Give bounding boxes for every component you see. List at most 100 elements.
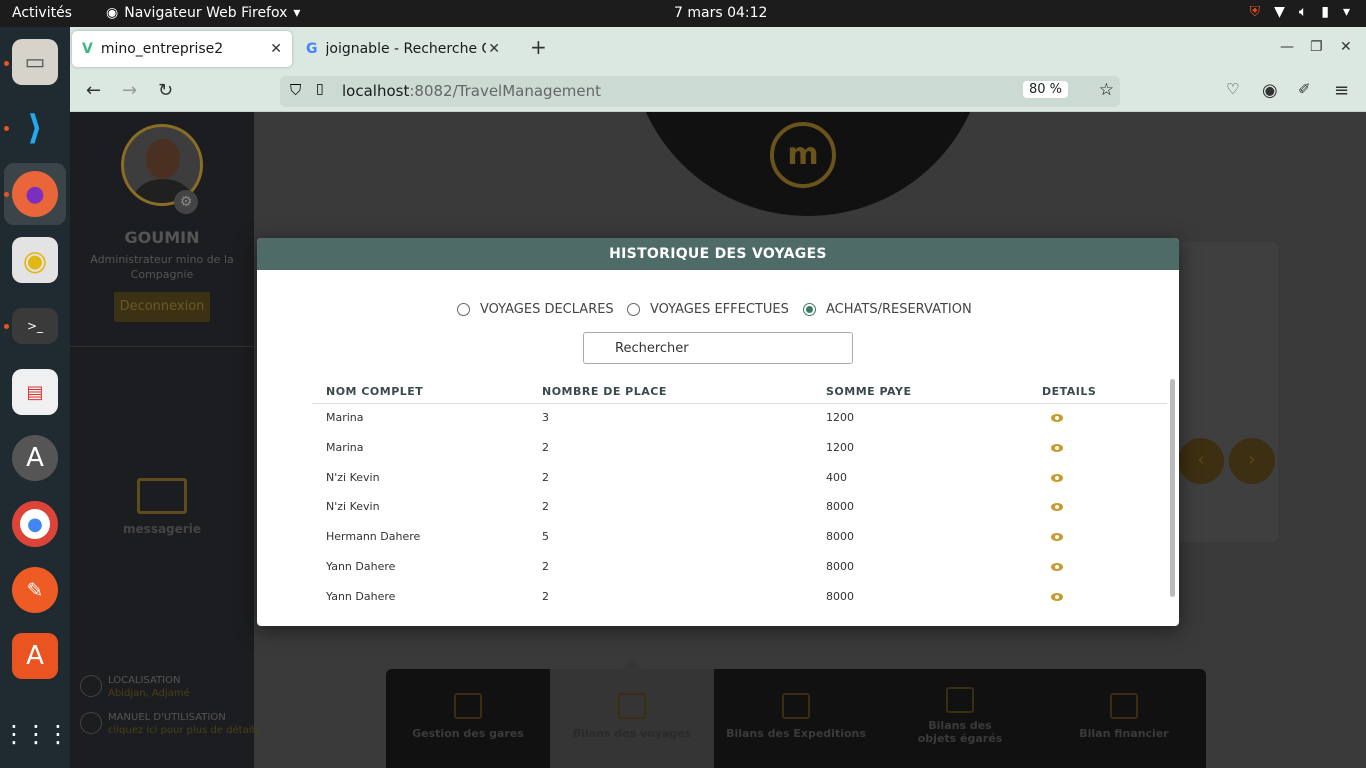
money-icon: [1110, 693, 1138, 719]
station-icon: [454, 693, 482, 719]
mail-icon[interactable]: [137, 478, 187, 514]
url-text[interactable]: localhost:8082/TravelManagement: [342, 82, 601, 100]
eye-icon[interactable]: [1051, 563, 1063, 571]
volume-icon[interactable]: 🔈︎: [1299, 4, 1307, 20]
radio-voyages-declares[interactable]: VOYAGES DECLARES: [457, 302, 614, 317]
table-header: NOM COMPLET NOMBRE DE PLACE SOMME PAYE D…: [312, 378, 1167, 404]
divider: [70, 346, 254, 347]
next-arrow-icon[interactable]: ›: [1229, 438, 1275, 484]
reload-icon[interactable]: ↻: [158, 80, 173, 101]
tab-google-search[interactable]: G joignable - Recherche Go ✕: [296, 31, 510, 67]
tab-bilans-expeditions[interactable]: Bilans des Expeditions: [714, 669, 878, 768]
back-icon[interactable]: ←: [86, 80, 101, 101]
files-icon[interactable]: ▭: [12, 39, 58, 85]
eye-icon[interactable]: [1051, 503, 1063, 512]
menu-hamburger-icon[interactable]: ≡: [1334, 80, 1349, 101]
cell-places: 2: [542, 589, 549, 603]
tab-bilan-financier[interactable]: Bilan financier: [1042, 669, 1206, 768]
new-tab-icon[interactable]: +: [530, 35, 547, 59]
radio-button-checked[interactable]: [803, 303, 816, 316]
running-indicator: [4, 192, 9, 197]
tab-bilans-voyages[interactable]: Bilans des voyages: [550, 659, 714, 768]
activities-button[interactable]: Activités: [12, 5, 72, 21]
forward-icon[interactable]: →: [122, 80, 137, 101]
column-header[interactable]: NOM COMPLET: [326, 385, 423, 398]
rhythmbox-icon[interactable]: ◉: [12, 237, 58, 283]
url-bar[interactable]: ⛉ ▯ localhost:8082/TravelManagement 80 %…: [280, 76, 1120, 107]
tab-bilans-objets-egares[interactable]: Bilans des objets égarés: [878, 669, 1042, 768]
cell-name: Yann Dahere: [326, 560, 396, 573]
bookmark-star-icon[interactable]: ☆: [1099, 80, 1114, 100]
cell-name: N'zi Kevin: [326, 500, 380, 514]
messaging-label[interactable]: messagerie: [70, 522, 254, 536]
app-center-icon[interactable]: A: [12, 633, 58, 679]
radio-button[interactable]: [457, 303, 470, 316]
table-row: N'zi Kevin 2 400: [312, 464, 1167, 494]
eye-icon[interactable]: [1051, 473, 1063, 482]
info-icon: [80, 712, 102, 734]
app-menu[interactable]: ◉ Navigateur Web Firefox ▾: [106, 5, 300, 21]
close-tab-icon[interactable]: ✕: [488, 41, 500, 57]
running-indicator: [4, 61, 9, 66]
zoom-level[interactable]: 80 %: [1022, 81, 1068, 98]
firefox-icon[interactable]: ●: [12, 171, 58, 217]
gear-icon[interactable]: ⚙: [174, 190, 198, 214]
system-tray[interactable]: ⛨ ▼ 🔈︎ ▮ ▾: [1250, 4, 1350, 20]
software-updater-icon[interactable]: A: [12, 435, 58, 481]
vscode-icon[interactable]: ⟩: [12, 105, 58, 151]
cell-places: 2: [542, 440, 549, 454]
modal-title: HISTORIQUE DES VOYAGES: [257, 238, 1179, 270]
table-row: Hermann Dahere 5 8000: [312, 523, 1167, 553]
search-input[interactable]: [583, 332, 853, 364]
show-apps-icon[interactable]: ⋮⋮⋮: [2, 711, 70, 757]
vue-favicon-icon: V: [82, 41, 93, 57]
eye-icon[interactable]: [1051, 592, 1063, 601]
clock[interactable]: 7 mars 04:12: [674, 5, 767, 21]
wifi-icon[interactable]: ▼: [1274, 4, 1285, 20]
tab-mino-entreprise[interactable]: V mino_entreprise2 ✕: [72, 31, 292, 67]
briefcase-icon: [946, 687, 974, 713]
radio-button[interactable]: [627, 303, 640, 316]
pocket-icon[interactable]: ♡: [1226, 80, 1239, 98]
scrollbar[interactable]: [1170, 379, 1175, 597]
firefox-small-icon: ◉: [106, 5, 119, 21]
cell-places: 2: [542, 560, 549, 573]
maximize-icon[interactable]: ❐: [1310, 39, 1323, 55]
shield-icon[interactable]: ⛨: [1250, 4, 1261, 20]
battery-icon[interactable]: ▮: [1321, 4, 1329, 20]
cell-places: 3: [542, 411, 549, 424]
system-top-bar: Activités ◉ Navigateur Web Firefox ▾ 7 m…: [0, 0, 1366, 27]
tab-title: mino_entreprise2: [100, 41, 224, 57]
chevron-down-icon[interactable]: ▾: [1343, 4, 1350, 20]
eye-icon[interactable]: [1051, 414, 1063, 422]
document-viewer-icon[interactable]: ▤: [12, 369, 58, 415]
postman-icon[interactable]: ✎: [12, 567, 58, 613]
tab-gestion-gares[interactable]: Gestion des gares: [386, 669, 550, 768]
logout-button[interactable]: Deconnexion: [114, 292, 210, 322]
user-name: GOUMIN: [124, 228, 200, 247]
chrome-icon[interactable]: ●: [12, 501, 58, 547]
eye-icon[interactable]: [1051, 443, 1063, 452]
column-header[interactable]: DETAILS: [1042, 385, 1096, 398]
prev-arrow-icon[interactable]: ‹: [1178, 438, 1224, 484]
page-info-icon[interactable]: ▯: [316, 81, 324, 97]
radio-achats-reservation[interactable]: ACHATS/RESERVATION: [803, 302, 972, 317]
eye-icon[interactable]: [1051, 533, 1063, 542]
app-name: Navigateur Web Firefox: [124, 5, 288, 21]
minimize-icon[interactable]: —: [1280, 39, 1294, 55]
company-logo: m: [770, 122, 836, 188]
tracking-shield-icon[interactable]: ⛉: [290, 81, 301, 99]
cell-amount: 8000: [826, 530, 854, 544]
close-tab-icon[interactable]: ✕: [270, 41, 282, 57]
cell-name: Marina: [326, 411, 364, 424]
column-header[interactable]: SOMME PAYE: [826, 385, 912, 398]
extension-icon[interactable]: ✐: [1298, 80, 1311, 98]
close-window-icon[interactable]: ✕: [1340, 39, 1352, 55]
radio-voyages-effectues[interactable]: VOYAGES EFFECTUES: [627, 302, 789, 317]
table-row: Yann Dahere 2 8000: [312, 553, 1167, 583]
account-icon[interactable]: ◉: [1262, 80, 1278, 101]
terminal-icon[interactable]: >_: [12, 308, 58, 344]
cell-places: 2: [542, 470, 549, 484]
column-header[interactable]: NOMBRE DE PLACE: [542, 385, 667, 398]
cell-name: Marina: [326, 440, 364, 454]
